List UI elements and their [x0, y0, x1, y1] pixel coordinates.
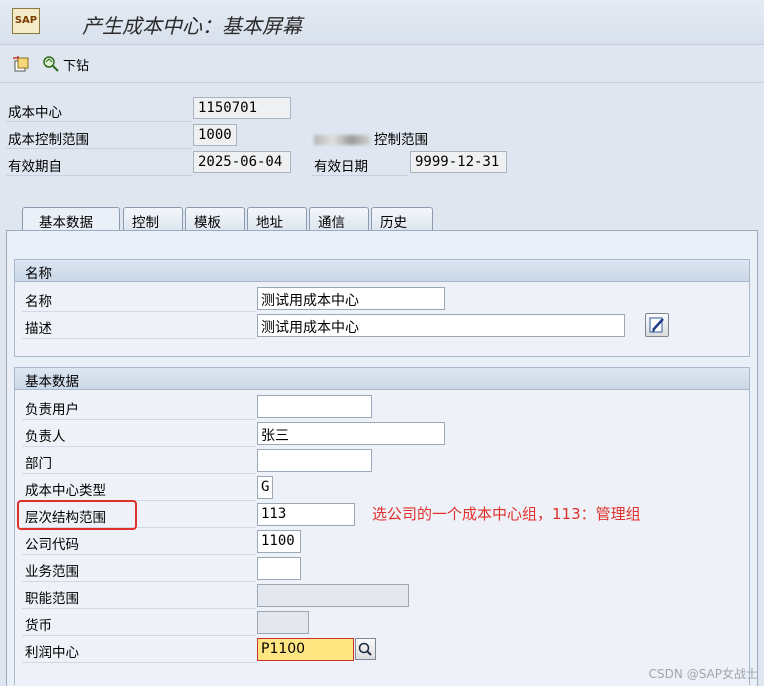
tab-address[interactable]: 地址 — [247, 207, 307, 231]
currency-input[interactable] — [257, 611, 309, 634]
valid-to-label: 有效日期 — [314, 159, 368, 175]
divider — [22, 473, 256, 474]
cost-center-category-input[interactable]: G — [257, 476, 273, 499]
profit-center-input[interactable]: P1100 — [257, 638, 354, 661]
divider — [22, 338, 256, 339]
description-input[interactable]: 测试用成本中心 — [257, 314, 625, 337]
drilldown-icon — [43, 56, 59, 72]
cost-center-label: 成本中心 — [8, 105, 62, 121]
business-area-input[interactable] — [257, 557, 301, 580]
divider — [22, 446, 256, 447]
functional-area-input[interactable] — [257, 584, 409, 607]
cost-center-value[interactable]: 1150701 — [193, 97, 291, 119]
description-label: 描述 — [25, 321, 52, 337]
company-code-input[interactable]: 1100 — [257, 530, 301, 553]
edit-description-button[interactable] — [645, 313, 669, 337]
other-object-icon — [13, 56, 29, 72]
functional-area-label: 职能范围 — [25, 591, 79, 607]
department-label: 部门 — [25, 456, 52, 472]
tab-communication[interactable]: 通信 — [309, 207, 369, 231]
divider — [22, 581, 256, 582]
cost-center-category-label: 成本中心类型 — [25, 483, 106, 499]
divider — [22, 419, 256, 420]
drilldown-button[interactable]: 下钻 — [42, 54, 89, 74]
hierarchy-area-input[interactable]: 113 — [257, 503, 355, 526]
valid-from-label: 有效期自 — [8, 159, 62, 175]
divider — [22, 554, 256, 555]
responsible-user-label: 负责用户 — [25, 402, 79, 418]
other-object-button[interactable] — [12, 54, 30, 74]
name-input[interactable]: 测试用成本中心 — [257, 287, 445, 310]
department-input[interactable] — [257, 449, 372, 472]
divider — [6, 175, 192, 176]
currency-label: 货币 — [25, 618, 52, 634]
valid-from-value[interactable]: 2025-06-04 — [193, 151, 291, 173]
tab-control[interactable]: 控制 — [123, 207, 183, 231]
divider — [22, 662, 256, 663]
controlling-area-label: 成本控制范围 — [8, 132, 89, 148]
divider — [22, 635, 256, 636]
person-responsible-input[interactable]: 张三 — [257, 422, 445, 445]
person-responsible-label: 负责人 — [25, 429, 66, 445]
watermark: CSDN @SAP女战士 — [648, 667, 758, 681]
divider — [312, 175, 408, 176]
divider — [6, 121, 192, 122]
business-area-label: 业务范围 — [25, 564, 79, 580]
divider — [22, 311, 256, 312]
divider — [22, 608, 256, 609]
controlling-area-desc: 控制范围 — [314, 128, 428, 148]
company-code-label: 公司代码 — [25, 537, 79, 553]
annotation-highlight-box — [17, 500, 137, 530]
drilldown-label: 下钻 — [63, 58, 90, 74]
tab-template[interactable]: 模板 — [185, 207, 245, 231]
page-title: 产生成本中心：基本屏幕 — [82, 14, 302, 38]
name-label: 名称 — [25, 294, 52, 310]
title-bar: SAP 产生成本中心：基本屏幕 — [0, 0, 764, 45]
application-toolbar: 下钻 — [0, 46, 764, 83]
profit-center-label: 利润中心 — [25, 645, 79, 661]
divider — [6, 148, 192, 149]
redacted-text — [314, 135, 370, 145]
search-help-icon — [358, 642, 372, 656]
tab-history[interactable]: 历史 — [371, 207, 433, 231]
responsible-user-input[interactable] — [257, 395, 372, 418]
tab-basic-data[interactable]: 基本数据 — [22, 207, 120, 231]
edit-description-icon — [649, 317, 664, 333]
names-group-title: 名称 — [15, 260, 749, 282]
annotation-text: 选公司的一个成本中心组，113：管理组 — [372, 505, 641, 523]
basic-data-group-title: 基本数据 — [15, 368, 749, 390]
sap-app-icon[interactable]: SAP — [12, 8, 40, 34]
valid-to-value[interactable]: 9999-12-31 — [410, 151, 507, 173]
search-help-button[interactable] — [355, 638, 376, 660]
controlling-area-value[interactable]: 1000 — [193, 124, 237, 146]
